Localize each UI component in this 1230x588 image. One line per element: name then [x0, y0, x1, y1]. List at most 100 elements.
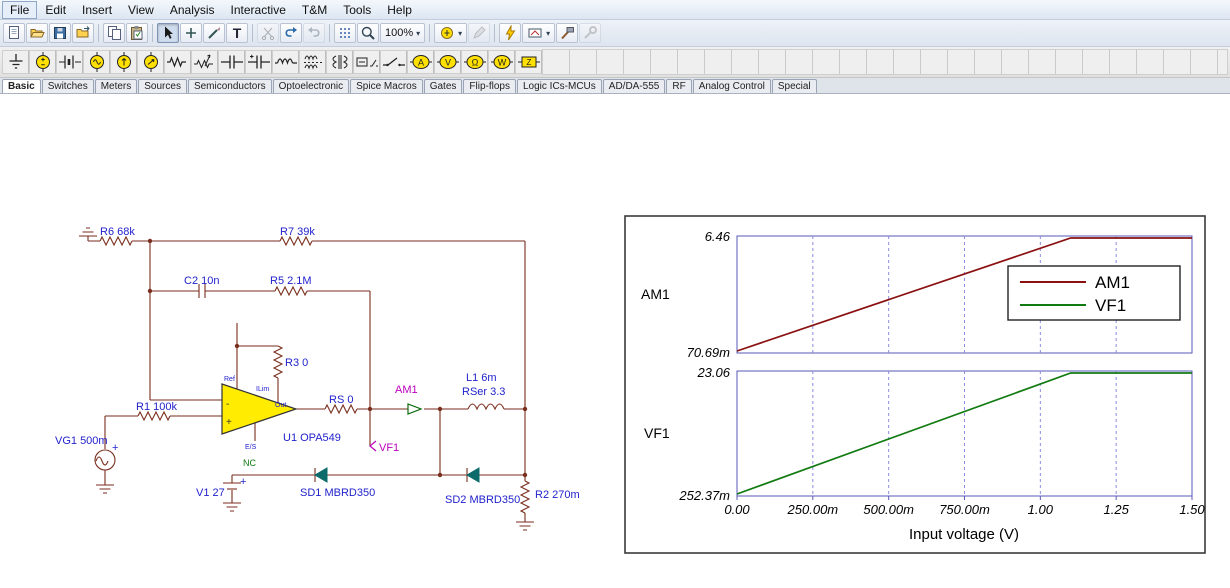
- component-ohmmeter-button[interactable]: Ω: [461, 50, 488, 74]
- paste-button[interactable]: [126, 23, 148, 43]
- schematic-canvas[interactable]: + + - + Ref ILim Out E/S: [0, 94, 1230, 588]
- tab-meters[interactable]: Meters: [95, 79, 138, 93]
- component-tool-button[interactable]: [180, 23, 202, 43]
- ground-symbol[interactable]: [79, 228, 97, 241]
- dc-source-dropdown[interactable]: ▾: [434, 23, 467, 43]
- tab-gates[interactable]: Gates: [424, 79, 463, 93]
- toolbar-separator: [329, 24, 330, 42]
- menu-help[interactable]: Help: [379, 1, 420, 19]
- wire-tool-button[interactable]: [203, 23, 225, 43]
- component-current-generator-button[interactable]: [137, 50, 164, 74]
- diode-sd2[interactable]: [462, 468, 484, 482]
- tm-instruments-button[interactable]: [579, 23, 601, 43]
- save-button[interactable]: [49, 23, 71, 43]
- menu-interactive[interactable]: Interactive: [223, 1, 294, 19]
- menu-file[interactable]: File: [2, 1, 37, 19]
- resistor-r7[interactable]: [280, 237, 312, 245]
- zoom-tool-button[interactable]: [357, 23, 379, 43]
- label-r5: R5 2.1M: [270, 275, 312, 287]
- save-disk-icon: [52, 25, 68, 41]
- inductor-l1[interactable]: [468, 404, 504, 409]
- redo-button[interactable]: [303, 23, 325, 43]
- tab-rf[interactable]: RF: [666, 79, 691, 93]
- voltage-pin-vf1-symbol[interactable]: [370, 441, 376, 451]
- component-resistor-button[interactable]: [164, 50, 191, 74]
- chevron-down-icon: ▾: [416, 29, 420, 38]
- redo-arrow-icon: [306, 25, 322, 41]
- ground-symbol[interactable]: [516, 517, 534, 530]
- tab-optoelectronic[interactable]: Optoelectronic: [273, 79, 349, 93]
- menu-tm[interactable]: T&M: [294, 1, 335, 19]
- copy-icon: [106, 25, 122, 41]
- tab-special[interactable]: Special: [772, 79, 817, 93]
- component-voltage-generator-button[interactable]: [83, 50, 110, 74]
- component-relay-button[interactable]: [353, 50, 380, 74]
- tab-semiconductors[interactable]: Semiconductors: [188, 79, 272, 93]
- component-voltage-source-button[interactable]: [29, 50, 56, 74]
- open-button[interactable]: [26, 23, 48, 43]
- ground-symbol[interactable]: [223, 498, 241, 511]
- grid-toggle-button[interactable]: [334, 23, 356, 43]
- cut-button[interactable]: [257, 23, 279, 43]
- component-ammeter-button[interactable]: A: [407, 50, 434, 74]
- menu-view[interactable]: View: [120, 1, 162, 19]
- component-switch-button[interactable]: [380, 50, 407, 74]
- menu-tools[interactable]: Tools: [335, 1, 379, 19]
- component-wattmeter-button[interactable]: W: [488, 50, 515, 74]
- zoom-level-select[interactable]: 100% ▾: [380, 23, 425, 43]
- open-project-button[interactable]: [72, 23, 94, 43]
- open-folder-icon: [29, 25, 45, 41]
- menu-bar: File Edit Insert View Analysis Interacti…: [0, 0, 1230, 20]
- tab-basic[interactable]: Basic: [2, 79, 41, 93]
- component-voltmeter-button[interactable]: V: [434, 50, 461, 74]
- tab-analog-control[interactable]: Analog Control: [693, 79, 771, 93]
- text-tool-button[interactable]: T: [226, 23, 248, 43]
- analysis-tools-button[interactable]: [556, 23, 578, 43]
- ground-symbol[interactable]: [96, 480, 114, 493]
- edit-tool-button[interactable]: [468, 23, 490, 43]
- component-impedance-button[interactable]: Z: [515, 50, 542, 74]
- menu-edit[interactable]: Edit: [37, 1, 74, 19]
- tab-sources[interactable]: Sources: [138, 79, 187, 93]
- resistor-rs[interactable]: [325, 405, 357, 413]
- ammeter-am1-symbol[interactable]: [408, 404, 421, 414]
- menu-analysis[interactable]: Analysis: [162, 1, 223, 19]
- tab-ad-da-555[interactable]: AD/DA-555: [603, 79, 666, 93]
- diode-sd1[interactable]: [310, 468, 332, 482]
- component-electrolytic-capacitor-button[interactable]: [245, 50, 272, 74]
- resistor-r3[interactable]: [274, 346, 282, 378]
- svg-text:1.00: 1.00: [1028, 502, 1054, 517]
- battery-icon: [58, 52, 82, 72]
- resistor-r1[interactable]: [138, 412, 170, 420]
- tab-flip-flops[interactable]: Flip-flops: [463, 79, 516, 93]
- tab-spice-macros[interactable]: Spice Macros: [350, 79, 423, 93]
- select-tool-button[interactable]: [157, 23, 179, 43]
- component-capacitor-button[interactable]: [218, 50, 245, 74]
- component-potentiometer-button[interactable]: [191, 50, 218, 74]
- resistor-r2[interactable]: [521, 481, 529, 513]
- undo-button[interactable]: [280, 23, 302, 43]
- copy-button[interactable]: [103, 23, 125, 43]
- vg1-plus-sign: +: [112, 442, 118, 454]
- relay-icon: [355, 52, 379, 72]
- interactive-mode-dropdown[interactable]: ▾: [522, 23, 555, 43]
- component-battery-button[interactable]: [56, 50, 83, 74]
- component-inductor-button[interactable]: [272, 50, 299, 74]
- component-coupled-inductors-button[interactable]: [299, 50, 326, 74]
- legend-label-am1: AM1: [1095, 273, 1130, 292]
- battery-v1[interactable]: +: [223, 476, 246, 489]
- tab-logic-ics-mcus[interactable]: Logic ICs-MCUs: [517, 79, 602, 93]
- component-ground-button[interactable]: [2, 50, 29, 74]
- component-transformer-button[interactable]: [326, 50, 353, 74]
- resistor-r6[interactable]: [100, 237, 132, 245]
- tab-switches[interactable]: Switches: [42, 79, 94, 93]
- ytick-vf1-max: 23.06: [696, 365, 730, 380]
- svg-text:250.00m: 250.00m: [787, 502, 839, 517]
- pen-icon: [471, 25, 487, 41]
- schematic[interactable]: + + - + Ref ILim Out E/S: [55, 226, 580, 530]
- menu-insert[interactable]: Insert: [74, 1, 120, 19]
- component-current-source-button[interactable]: [110, 50, 137, 74]
- interactive-dc-button[interactable]: [499, 23, 521, 43]
- new-file-button[interactable]: [3, 23, 25, 43]
- resistor-r5[interactable]: [275, 287, 307, 295]
